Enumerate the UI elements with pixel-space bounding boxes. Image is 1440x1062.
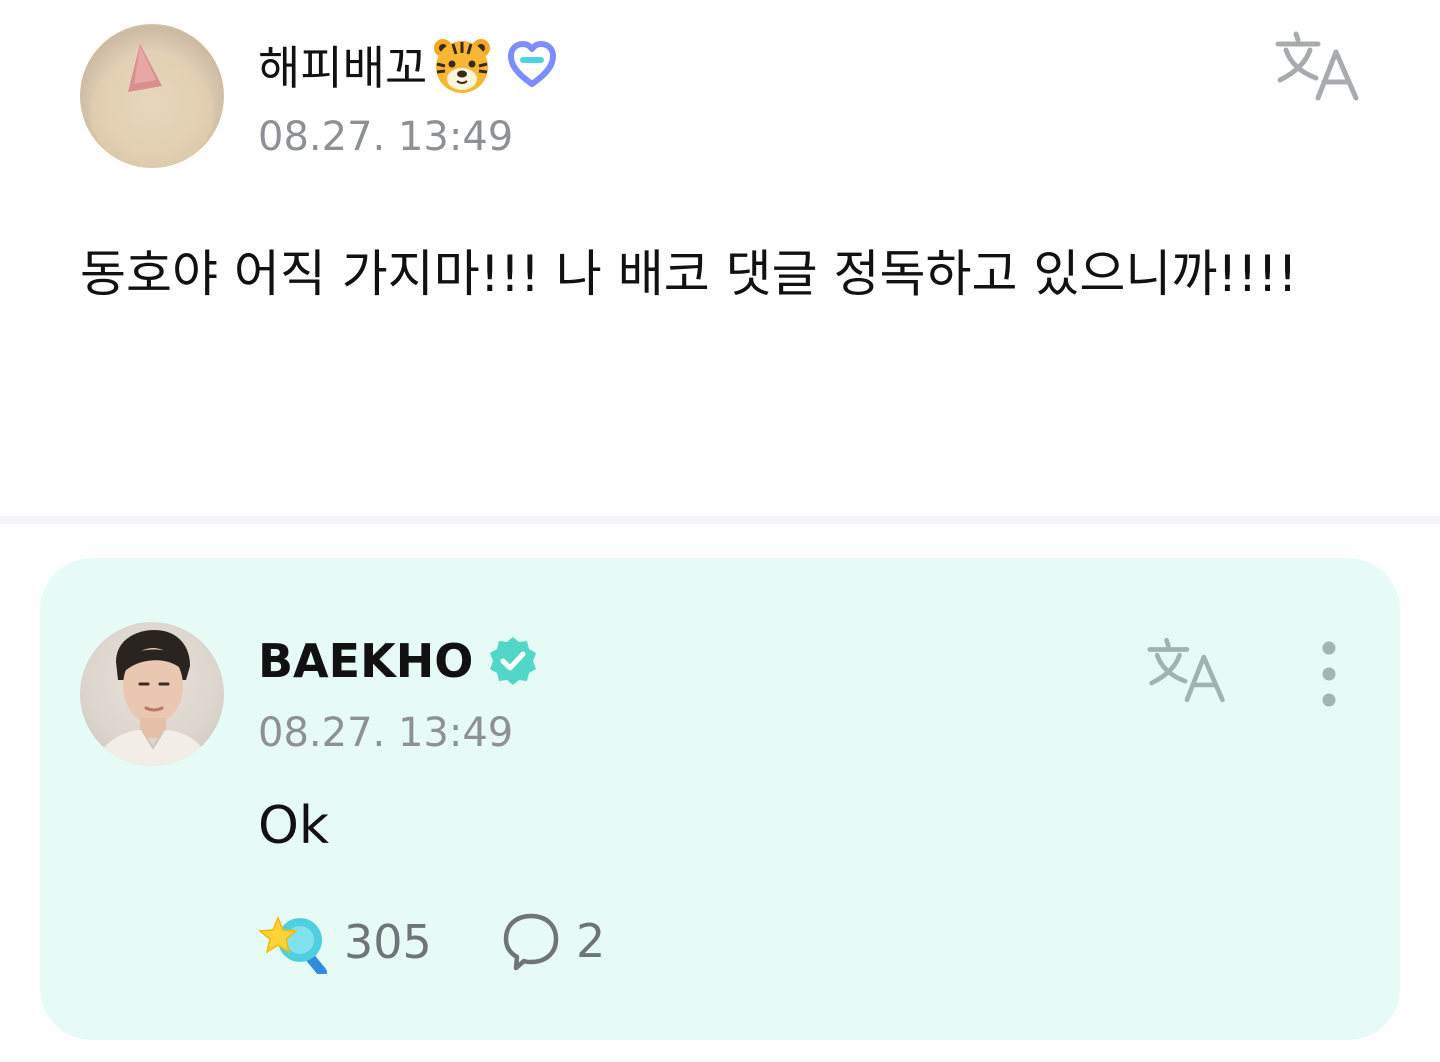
fan-avatar[interactable] xyxy=(80,24,224,168)
artist-reply-card xyxy=(40,558,1400,1040)
translate-icon xyxy=(1147,637,1225,703)
membership-badge-icon xyxy=(508,41,557,87)
translate-button[interactable] xyxy=(1146,636,1228,704)
artist-avatar[interactable] xyxy=(80,622,224,766)
translate-icon xyxy=(1275,31,1359,101)
translate-button[interactable] xyxy=(1274,30,1362,102)
section-divider xyxy=(0,516,1440,524)
fan-post-body: 동호야 어직 가지마!!! 나 배코 댓글 정독하고 있으니까!!!! xyxy=(80,245,1298,303)
artist-username-text: BAEKHO xyxy=(258,634,474,688)
artist-username[interactable]: BAEKHO xyxy=(258,634,539,688)
fan-post-timestamp: 08.27. 13:49 xyxy=(258,114,514,160)
like-button[interactable]: 305 xyxy=(258,910,432,974)
fan-post: 해피배꼬 08.27. 13:49 동호야 어직 가지마!!! 나 배코 댓글 … xyxy=(0,0,1440,520)
like-count: 305 xyxy=(344,915,432,969)
more-options-icon xyxy=(1322,641,1336,707)
star-wand-like-icon xyxy=(258,916,327,974)
comment-bubble-icon xyxy=(503,913,559,971)
artist-reply-body: Ok xyxy=(258,796,330,856)
artist-reply-timestamp: 08.27. 13:49 xyxy=(258,710,514,756)
fan-username[interactable]: 해피배꼬 xyxy=(258,32,559,98)
tiger-face-emoji xyxy=(434,39,491,93)
fan-username-text: 해피배꼬 xyxy=(258,41,428,95)
more-options-button[interactable] xyxy=(1312,640,1346,708)
comment-count: 2 xyxy=(576,914,606,968)
comment-button[interactable]: 2 xyxy=(500,910,605,972)
verified-badge-icon xyxy=(490,637,537,685)
